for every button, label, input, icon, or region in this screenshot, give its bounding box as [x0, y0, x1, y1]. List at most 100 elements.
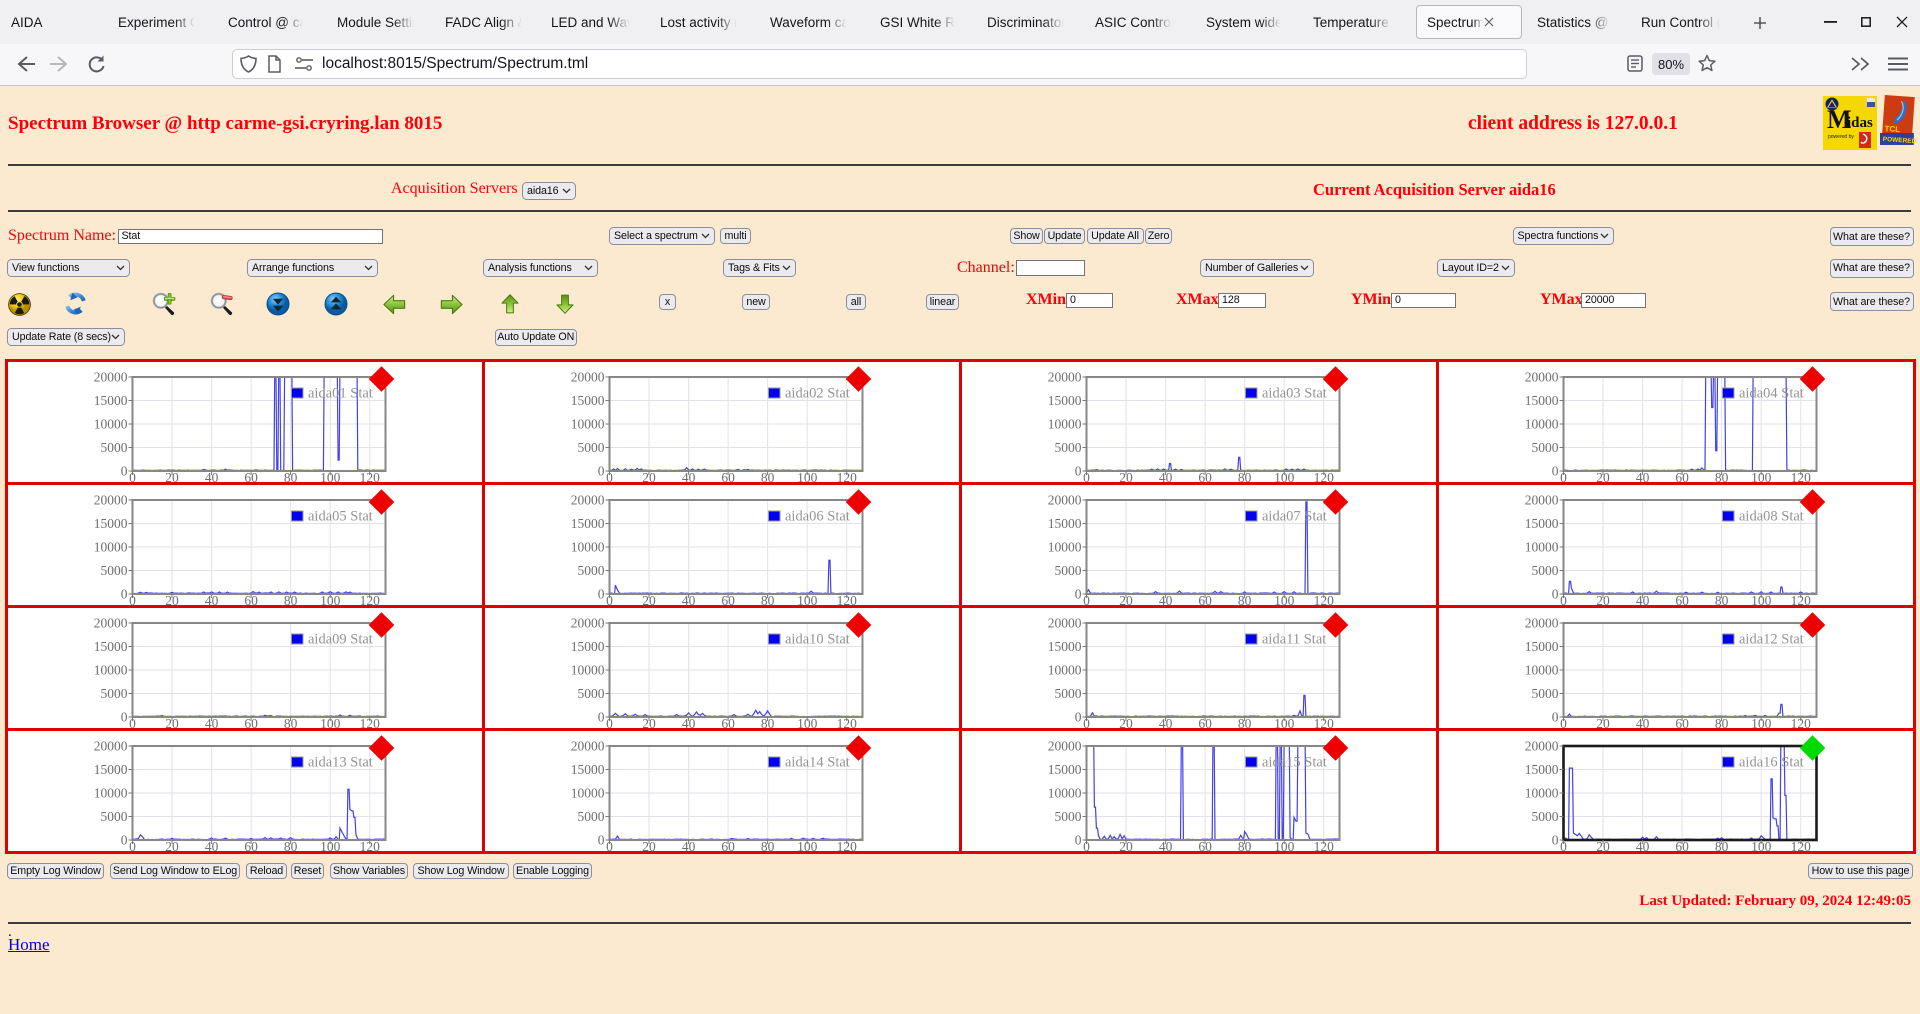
svg-text:0: 0 — [121, 833, 128, 848]
svg-text:40: 40 — [682, 593, 696, 607]
svg-text:5000: 5000 — [1532, 686, 1559, 701]
svg-text:0: 0 — [1552, 463, 1559, 478]
svg-text:0: 0 — [1560, 593, 1567, 607]
svg-text:20000: 20000 — [1525, 492, 1559, 507]
svg-text:20000: 20000 — [1525, 615, 1559, 630]
svg-text:60: 60 — [1675, 593, 1689, 607]
svg-text:0: 0 — [129, 839, 136, 853]
svg-text:10000: 10000 — [94, 662, 128, 677]
svg-text:10000: 10000 — [1525, 662, 1559, 677]
svg-text:100: 100 — [1274, 593, 1295, 607]
svg-text:15000: 15000 — [1525, 762, 1559, 777]
svg-text:10000: 10000 — [94, 539, 128, 554]
svg-text:10000: 10000 — [1525, 539, 1559, 554]
svg-text:0: 0 — [1560, 839, 1567, 853]
svg-text:aida06 Stat: aida06 Stat — [785, 508, 850, 524]
svg-text:15000: 15000 — [571, 516, 605, 531]
svg-text:100: 100 — [320, 716, 341, 730]
svg-text:10000: 10000 — [94, 416, 128, 431]
svg-text:40: 40 — [205, 470, 219, 484]
svg-text:20: 20 — [1119, 470, 1133, 484]
svg-text:20000: 20000 — [571, 492, 605, 507]
svg-text:0: 0 — [606, 839, 613, 853]
svg-text:idas: idas — [1847, 115, 1873, 131]
svg-text:10000: 10000 — [1525, 416, 1559, 431]
svg-text:60: 60 — [1675, 716, 1689, 730]
svg-text:80: 80 — [1715, 716, 1729, 730]
svg-text:aida08 Stat: aida08 Stat — [1739, 508, 1804, 524]
svg-text:20: 20 — [642, 839, 656, 853]
svg-text:80: 80 — [1238, 716, 1252, 730]
svg-text:0: 0 — [1075, 709, 1082, 724]
svg-text:5000: 5000 — [578, 563, 605, 578]
svg-text:15000: 15000 — [1048, 393, 1082, 408]
svg-text:15000: 15000 — [571, 762, 605, 777]
svg-text:0: 0 — [1560, 716, 1567, 730]
svg-text:10000: 10000 — [1048, 662, 1082, 677]
svg-text:80: 80 — [284, 716, 298, 730]
svg-text:0: 0 — [129, 593, 136, 607]
svg-text:80: 80 — [1238, 593, 1252, 607]
svg-text:20: 20 — [642, 470, 656, 484]
svg-text:120: 120 — [1791, 716, 1812, 730]
svg-text:15000: 15000 — [1048, 516, 1082, 531]
svg-text:80: 80 — [761, 839, 775, 853]
svg-text:15000: 15000 — [571, 639, 605, 654]
svg-text:0: 0 — [1083, 470, 1090, 484]
svg-text:5000: 5000 — [1055, 809, 1082, 824]
svg-text:20000: 20000 — [571, 369, 605, 384]
svg-text:40: 40 — [1159, 716, 1173, 730]
svg-text:0: 0 — [1075, 833, 1082, 848]
svg-text:15000: 15000 — [1525, 516, 1559, 531]
svg-text:120: 120 — [837, 593, 858, 607]
svg-text:15000: 15000 — [94, 762, 128, 777]
svg-text:60: 60 — [1198, 716, 1212, 730]
svg-text:100: 100 — [1751, 470, 1772, 484]
svg-text:15000: 15000 — [571, 393, 605, 408]
svg-text:aida05 Stat: aida05 Stat — [308, 508, 373, 524]
svg-text:20: 20 — [165, 470, 179, 484]
svg-text:40: 40 — [205, 716, 219, 730]
svg-text:20000: 20000 — [571, 739, 605, 754]
svg-text:0: 0 — [606, 716, 613, 730]
svg-text:aida11 Stat: aida11 Stat — [1262, 631, 1326, 647]
svg-text:20: 20 — [1119, 839, 1133, 853]
svg-text:100: 100 — [797, 839, 818, 853]
svg-text:60: 60 — [1675, 470, 1689, 484]
svg-text:20000: 20000 — [94, 369, 128, 384]
svg-text:0: 0 — [1075, 586, 1082, 601]
svg-text:15000: 15000 — [94, 393, 128, 408]
svg-text:5000: 5000 — [101, 686, 128, 701]
svg-text:aida16 Stat: aida16 Stat — [1739, 755, 1804, 771]
svg-text:20000: 20000 — [571, 615, 605, 630]
svg-text:5000: 5000 — [1532, 809, 1559, 824]
svg-text:20: 20 — [1119, 716, 1133, 730]
svg-text:20000: 20000 — [1048, 739, 1082, 754]
svg-text:aida03 Stat: aida03 Stat — [1262, 385, 1327, 401]
svg-text:10000: 10000 — [571, 786, 605, 801]
svg-text:80: 80 — [761, 716, 775, 730]
svg-text:20: 20 — [1596, 716, 1610, 730]
svg-text:10000: 10000 — [571, 662, 605, 677]
svg-text:powered by: powered by — [1828, 134, 1854, 140]
svg-text:100: 100 — [1751, 839, 1772, 853]
svg-text:100: 100 — [320, 839, 341, 853]
svg-text:5000: 5000 — [101, 809, 128, 824]
svg-text:10000: 10000 — [1048, 786, 1082, 801]
svg-text:80: 80 — [1715, 470, 1729, 484]
svg-text:0: 0 — [121, 586, 128, 601]
svg-text:80: 80 — [1238, 470, 1252, 484]
svg-text:10000: 10000 — [1525, 786, 1559, 801]
svg-text:120: 120 — [360, 839, 381, 853]
svg-text:15000: 15000 — [94, 639, 128, 654]
svg-text:60: 60 — [721, 470, 735, 484]
svg-text:aida13 Stat: aida13 Stat — [308, 755, 373, 771]
svg-text:20: 20 — [165, 593, 179, 607]
svg-text:aida09 Stat: aida09 Stat — [308, 631, 373, 647]
svg-text:aida10 Stat: aida10 Stat — [785, 631, 850, 647]
svg-text:5000: 5000 — [578, 809, 605, 824]
svg-text:0: 0 — [1552, 833, 1559, 848]
svg-text:60: 60 — [721, 716, 735, 730]
svg-text:10000: 10000 — [1048, 539, 1082, 554]
svg-text:20: 20 — [1119, 593, 1133, 607]
